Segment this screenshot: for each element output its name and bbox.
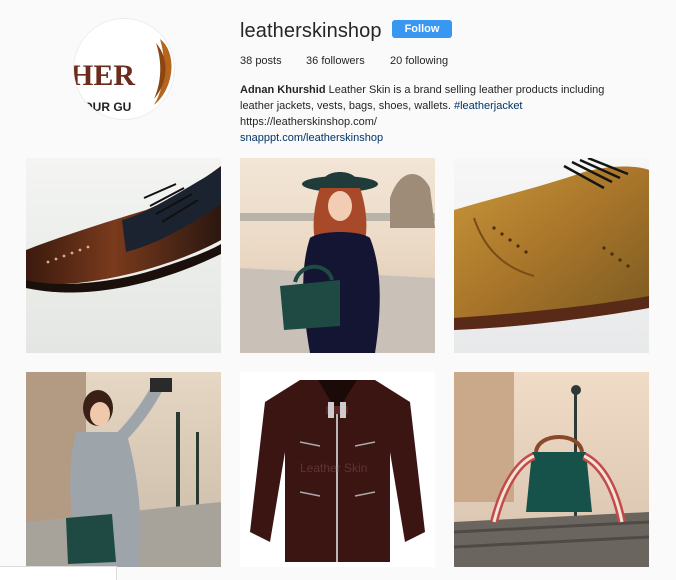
following-stat[interactable]: 20 following — [390, 55, 448, 67]
avatar[interactable]: HER S OUR GU — [73, 18, 175, 120]
bio-website-link[interactable]: snapppt.com/leatherskinshop — [240, 132, 383, 144]
bio-name: Adnan Khurshid — [240, 84, 326, 96]
post-thumbnail[interactable] — [26, 158, 221, 353]
shoe-photo-icon — [26, 158, 221, 353]
profile-header: HER S OUR GU leatherskinshop Follow 38 p… — [0, 0, 676, 150]
bag-photo-icon — [454, 372, 649, 567]
avatar-logo-text: HER — [74, 59, 135, 92]
post-thumbnail[interactable]: Leather Skin — [240, 372, 435, 567]
following-count: 20 — [390, 55, 403, 67]
followers-count: 36 — [306, 55, 319, 67]
avatar-tagline-text: S OUR GU — [74, 100, 131, 114]
shoe-photo-icon — [454, 158, 649, 353]
posts-label: posts — [255, 55, 282, 67]
fashion-photo-icon — [240, 158, 435, 353]
posts-stat[interactable]: 38 posts — [240, 55, 282, 67]
followers-label: followers — [321, 55, 365, 67]
profile-username: leatherskinshop — [240, 20, 382, 42]
fashion-photo-icon — [26, 372, 221, 567]
following-label: following — [405, 55, 449, 67]
post-thumbnail[interactable] — [26, 372, 221, 567]
post-thumbnail[interactable] — [240, 158, 435, 353]
follow-button[interactable]: Follow — [392, 20, 452, 38]
bio-hashtag-link[interactable]: #leatherjacket — [454, 100, 523, 112]
posts-count: 38 — [240, 55, 253, 67]
jacket-watermark: Leather Skin — [300, 461, 367, 475]
brand-logo-icon: HER S OUR GU — [74, 19, 174, 119]
bottom-strip — [0, 566, 117, 580]
profile-bio: Adnan Khurshid Leather Skin is a brand s… — [240, 82, 640, 146]
jacket-photo-icon: Leather Skin — [240, 372, 435, 567]
post-thumbnail[interactable] — [454, 158, 649, 353]
post-thumbnail[interactable] — [454, 372, 649, 567]
bio-url: https://leatherskinshop.com/ — [240, 116, 377, 128]
followers-stat[interactable]: 36 followers — [306, 55, 365, 67]
